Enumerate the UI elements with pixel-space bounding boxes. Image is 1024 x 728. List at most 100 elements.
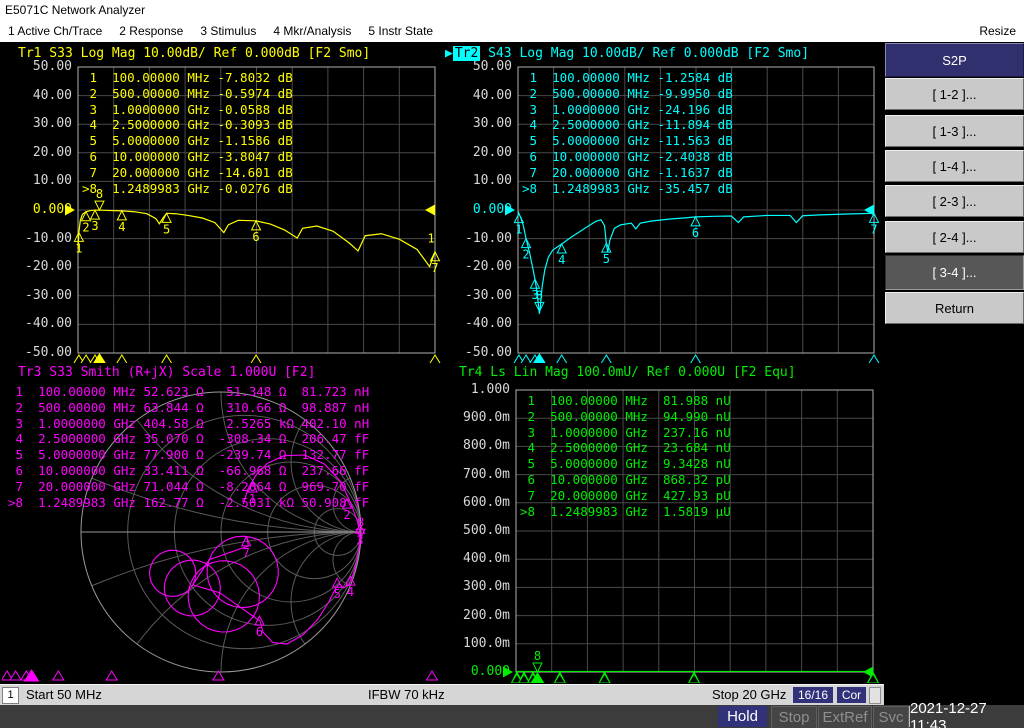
sweep-points-badge: 16/16 xyxy=(793,687,833,703)
trace-title-tr1[interactable]: Tr1 S33 Log Mag 10.00dB/ Ref 0.000dB [F2… xyxy=(18,46,370,61)
marker-4 xyxy=(116,209,128,221)
menu-active-ch-trace[interactable]: 1 Active Ch/Trace xyxy=(8,24,102,38)
marker-row: 4 2.5000000 GHz 23.684 nU xyxy=(520,440,731,456)
marker-row: 6 10.000000 GHz -2.4038 dB xyxy=(522,148,733,164)
marker-8 xyxy=(532,662,543,674)
svg-text:7: 7 xyxy=(431,261,438,275)
svg-text:1: 1 xyxy=(515,223,522,237)
stimulus-marker xyxy=(553,673,566,683)
menu-mkr-analysis[interactable]: 4 Mkr/Analysis xyxy=(273,24,351,38)
y-axis-label: -50.00 xyxy=(25,345,72,360)
y-axis-label: 0.000 xyxy=(32,202,72,217)
y-axis-label: 30.00 xyxy=(32,116,72,132)
stimulus-marker xyxy=(116,354,128,363)
svg-text:4: 4 xyxy=(558,253,565,267)
svg-text:5: 5 xyxy=(334,587,341,601)
y-axis-label: 1.000 xyxy=(470,382,510,397)
marker-row: 2 500.00000 MHz 94.990 nU xyxy=(520,408,731,424)
menu-bar: 1 Active Ch/Trace 2 Response 3 Stimulus 4 M… xyxy=(8,24,450,38)
y-axis-label: 600.0m xyxy=(463,494,510,510)
softkey-2-4[interactable]: [ 2-4 ]... xyxy=(885,221,1024,253)
stimulus-marker xyxy=(687,673,701,683)
trace-title-tr4[interactable]: Tr4 Ls Lin Mag 100.0mU/ Ref 0.000U [F2 E… xyxy=(459,365,796,380)
y-axis-label: 800.0m xyxy=(463,438,510,454)
y-axis-label: 0.000 xyxy=(470,664,510,679)
y-axis-label: 300.0m xyxy=(463,579,510,595)
svg-text:1: 1 xyxy=(75,241,82,255)
marker-row: 1 100.00000 MHz 81.988 nU xyxy=(520,393,731,408)
panel-tr4: Tr4 Ls Lin Mag 100.0mU/ Ref 0.000U [F2 E… xyxy=(443,363,883,683)
y-axis-label: 200.0m xyxy=(463,607,510,623)
svg-text:2: 2 xyxy=(82,221,89,235)
svg-text:1: 1 xyxy=(427,231,434,245)
y-axis-label: -30.00 xyxy=(465,287,512,303)
stimulus-marker xyxy=(868,354,880,363)
marker-3 xyxy=(89,209,101,220)
top-bars: E5071C Network Analyzer 1 Active Ch/Trac… xyxy=(0,0,1024,42)
marker-2 xyxy=(80,210,92,222)
y-axis-label: -10.00 xyxy=(25,230,72,246)
y-axis-label: 50.00 xyxy=(472,59,512,74)
datetime-display: 2021-12-27 11:43 xyxy=(909,700,1023,728)
softkey-sidebar: S2P [ 1-2 ]... [ 1-3 ]... [ 1-4 ]... [ 2… xyxy=(884,42,1024,684)
trace-title-tr2[interactable]: ▶ Tr2 S43 Log Mag 10.00dB/ Ref 0.000dB [F… xyxy=(445,46,809,61)
softkey-1-3[interactable]: [ 1-3 ]... xyxy=(885,115,1024,147)
marker-table-tr2: 1 100.00000 MHz -1.2584 dB 2 500.00000 M… xyxy=(522,70,733,196)
y-axis-label: 400.0m xyxy=(463,551,510,567)
y-axis-label: -30.00 xyxy=(25,287,72,303)
softkey-3-4[interactable]: [ 3-4 ]... xyxy=(885,255,1024,290)
marker-row: 3 1.0000000 GHz -0.0588 dB xyxy=(82,101,293,117)
menu-resize[interactable]: Resize xyxy=(979,24,1016,38)
status-bar: 1 Start 50 MHz IFBW 70 kHz Stop 20 GHz 1… xyxy=(0,684,884,705)
marker-row: 7 20.000000 GHz 71.044 Ω -8.2064 Ω 969.7… xyxy=(8,478,370,494)
marker-8 xyxy=(94,200,105,212)
extref-indicator: ExtRef xyxy=(818,706,872,728)
stop-indicator: Stop xyxy=(771,706,817,728)
trace-format: S43 Log Mag 10.00dB/ Ref 0.000dB [F2 Smo… xyxy=(480,46,810,61)
stimulus-marker xyxy=(598,673,611,683)
softkey-header-s2p: S2P xyxy=(885,43,1024,77)
stimulus-marker xyxy=(429,354,441,363)
menu-response[interactable]: 2 Response xyxy=(119,24,183,38)
channel-number: 1 xyxy=(2,687,19,704)
softkey-2-3[interactable]: [ 2-3 ]... xyxy=(885,185,1024,217)
marker-row: 1 100.00000 MHz -1.2584 dB xyxy=(522,70,733,85)
marker-table-tr1: 1 100.00000 MHz -7.8032 dB 2 500.00000 M… xyxy=(82,70,293,196)
stop-frequency[interactable]: Stop 20 GHz xyxy=(712,687,786,702)
stimulus-marker xyxy=(9,670,23,681)
y-axis-label: 40.00 xyxy=(472,87,512,103)
y-axis-label: 10.00 xyxy=(32,173,72,189)
marker-row: 4 2.5000000 GHz -0.3093 dB xyxy=(82,117,293,133)
stimulus-marker xyxy=(105,670,119,681)
marker-row: 7 20.000000 GHz -1.1637 dB xyxy=(522,164,733,180)
marker-row: 2 500.00000 MHz 63.844 Ω 310.66 Ω 98.887… xyxy=(8,399,370,415)
status-empty-box xyxy=(869,687,881,704)
svg-text:6: 6 xyxy=(252,230,259,244)
marker-row: 6 10.000000 GHz 868.32 pU xyxy=(520,471,731,487)
trace-title-tr3[interactable]: Tr3 S33 Smith (R+jX) Scale 1.000U [F2] xyxy=(18,365,315,380)
start-frequency[interactable]: Start 50 MHz xyxy=(26,687,102,702)
marker-table-tr3: 1 100.00000 MHz 52.623 Ω 51.348 Ω 81.723… xyxy=(8,384,369,510)
active-trace-arrow-icon: ▶ xyxy=(445,46,453,61)
y-axis-label: 900.0m xyxy=(463,410,510,426)
marker-table-tr4: 1 100.00000 MHz 81.988 nU 2 500.00000 MH… xyxy=(520,393,731,519)
y-axis-label: -10.00 xyxy=(465,230,512,246)
trace-name: Tr2 xyxy=(452,46,481,61)
softkey-1-4[interactable]: [ 1-4 ]... xyxy=(885,150,1024,182)
softkey-1-2[interactable]: [ 1-2 ]... xyxy=(885,78,1024,110)
ifbw-value[interactable]: IFBW 70 kHz xyxy=(368,687,445,702)
stimulus-marker xyxy=(425,670,439,681)
menu-stimulus[interactable]: 3 Stimulus xyxy=(200,24,256,38)
y-axis-label: 0.000 xyxy=(472,202,512,217)
marker-row: >8 1.2489983 GHz -35.457 dB xyxy=(522,180,733,196)
y-axis-label: 50.00 xyxy=(32,59,72,74)
stimulus-marker xyxy=(690,354,702,363)
svg-text:5: 5 xyxy=(163,222,170,236)
marker-row: >8 1.2489983 GHz 1.5819 μU xyxy=(520,503,731,519)
menu-instr-state[interactable]: 5 Instr State xyxy=(368,24,433,38)
marker-row: 3 1.0000000 GHz -24.196 dB xyxy=(522,101,733,117)
marker-row: 2 500.00000 MHz -0.5974 dB xyxy=(82,85,293,101)
marker-row: 3 1.0000000 GHz 237.16 nU xyxy=(520,424,731,440)
softkey-return[interactable]: Return xyxy=(885,292,1024,324)
marker-row: 1 100.00000 MHz 52.623 Ω 51.348 Ω 81.723… xyxy=(8,384,370,399)
